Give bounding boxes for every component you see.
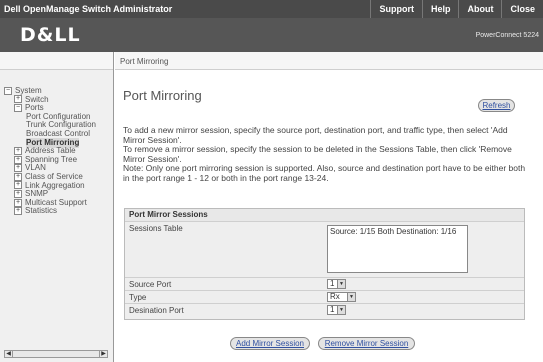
tree-item-label: Statistics: [25, 206, 58, 216]
desc-note: Note: Only one port mirroring session is…: [123, 163, 526, 183]
breadcrumb-label: Port Mirroring: [120, 57, 169, 66]
sessions-table-row: Sessions Table Source: 1/15 Both Destina…: [125, 221, 524, 277]
destination-port-label: Desination Port: [129, 306, 184, 315]
nav-panel-header: [0, 52, 113, 70]
add-mirror-session-button[interactable]: Add Mirror Session: [230, 337, 310, 350]
dell-logo: D&LL: [14, 25, 92, 45]
nav-horizontal-scrollbar[interactable]: ◀ ▶: [4, 350, 108, 358]
dell-logo-text: D&LL: [20, 24, 81, 46]
breadcrumb: Port Mirroring: [115, 52, 543, 70]
top-bar: Dell OpenManage Switch Administrator Sup…: [0, 0, 543, 18]
desc-add: To add a new mirror session, specify the…: [123, 125, 508, 145]
app-window: Dell OpenManage Switch Administrator Sup…: [0, 0, 543, 362]
sessions-table-label: Sessions Table: [129, 224, 183, 233]
chevron-down-icon[interactable]: ▼: [337, 280, 345, 288]
chevron-down-icon[interactable]: ▼: [337, 306, 345, 314]
session-entry[interactable]: Source: 1/15 Both Destination: 1/16: [330, 227, 456, 236]
close-link[interactable]: Close: [501, 0, 543, 18]
group-title: Port Mirror Sessions: [129, 210, 208, 219]
page-title: Port Mirroring: [123, 88, 202, 103]
tree-item-statistics[interactable]: + Statistics: [14, 206, 57, 216]
source-port-select[interactable]: 1 ▼: [327, 279, 346, 289]
top-nav: Support Help About Close: [370, 0, 543, 18]
about-link[interactable]: About: [458, 0, 501, 18]
destination-port-value: 1: [330, 305, 335, 314]
source-port-label: Source Port: [129, 280, 172, 289]
type-value: Rx: [330, 292, 340, 301]
navigation-tree: − System + Switch − Ports Port Configuration Tr…: [4, 86, 112, 356]
app-title: Dell OpenManage Switch Administrator: [4, 4, 173, 14]
source-port-row: Source Port 1 ▼: [125, 277, 524, 290]
expand-icon[interactable]: +: [14, 207, 22, 216]
type-select[interactable]: Rx ▼: [327, 292, 356, 302]
support-link[interactable]: Support: [370, 0, 422, 18]
source-port-value: 1: [330, 279, 335, 288]
scroll-right-icon[interactable]: ▶: [99, 351, 107, 357]
header-band: D&LL PowerConnect 5224: [0, 18, 543, 52]
refresh-button[interactable]: Refresh: [478, 99, 515, 112]
destination-port-select[interactable]: 1 ▼: [327, 305, 346, 315]
scroll-left-icon[interactable]: ◀: [5, 351, 13, 357]
type-row: Type Rx ▼: [125, 290, 524, 303]
port-mirror-sessions-group: Port Mirror Sessions Sessions Table Sour…: [124, 208, 525, 320]
page-description: To add a new mirror session, specify the…: [123, 125, 531, 183]
product-name: PowerConnect 5224: [475, 32, 539, 39]
remove-mirror-session-button[interactable]: Remove Mirror Session: [318, 337, 415, 350]
collapse-icon[interactable]: −: [4, 86, 12, 95]
destination-port-row: Desination Port 1 ▼: [125, 303, 524, 319]
type-label: Type: [129, 293, 147, 302]
navigation-panel: − System + Switch − Ports Port Configuration Tr…: [0, 52, 114, 362]
chevron-down-icon[interactable]: ▼: [347, 293, 355, 301]
sessions-table-list[interactable]: Source: 1/15 Both Destination: 1/16: [327, 225, 468, 273]
main-content: Port Mirroring Refresh To add a new mirr…: [115, 71, 543, 362]
help-link[interactable]: Help: [421, 0, 459, 18]
collapse-icon[interactable]: −: [14, 104, 22, 113]
desc-remove: To remove a mirror session, specify the …: [123, 144, 512, 164]
